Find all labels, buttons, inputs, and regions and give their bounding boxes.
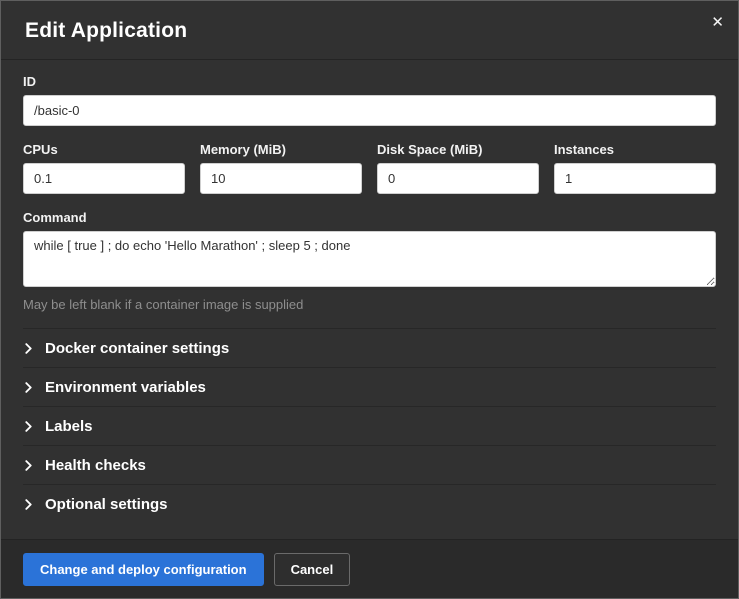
disk-input[interactable] xyxy=(377,163,539,194)
resource-fields-row: CPUs Memory (MiB) Disk Space (MiB) Insta… xyxy=(23,142,716,194)
instances-label: Instances xyxy=(554,142,716,157)
modal-header: Edit Application ✕ xyxy=(1,1,738,60)
chevron-right-icon xyxy=(23,499,39,510)
cpus-input[interactable] xyxy=(23,163,185,194)
section-optional-settings[interactable]: Optional settings xyxy=(23,484,716,523)
command-help-text: May be left blank if a container image i… xyxy=(23,297,716,312)
accordion-sections: Docker container settings Environment va… xyxy=(23,328,716,523)
cpus-label: CPUs xyxy=(23,142,185,157)
disk-label: Disk Space (MiB) xyxy=(377,142,539,157)
section-environment-variables[interactable]: Environment variables xyxy=(23,367,716,406)
instances-field-group: Instances xyxy=(554,142,716,194)
section-docker-container-settings[interactable]: Docker container settings xyxy=(23,328,716,367)
id-label: ID xyxy=(23,74,716,89)
close-icon[interactable]: ✕ xyxy=(711,15,724,30)
chevron-right-icon xyxy=(23,382,39,393)
memory-label: Memory (MiB) xyxy=(200,142,362,157)
command-label: Command xyxy=(23,210,716,225)
section-health-checks[interactable]: Health checks xyxy=(23,445,716,484)
modal-footer: Change and deploy configuration Cancel xyxy=(1,539,738,598)
modal-body: ID CPUs Memory (MiB) Disk Space (MiB) In… xyxy=(1,60,738,539)
chevron-right-icon xyxy=(23,460,39,471)
chevron-right-icon xyxy=(23,343,39,354)
section-label: Optional settings xyxy=(45,496,168,513)
memory-input[interactable] xyxy=(200,163,362,194)
change-and-deploy-button[interactable]: Change and deploy configuration xyxy=(23,553,264,586)
cpus-field-group: CPUs xyxy=(23,142,185,194)
id-input[interactable] xyxy=(23,95,716,126)
chevron-right-icon xyxy=(23,421,39,432)
section-label: Docker container settings xyxy=(45,340,229,357)
instances-input[interactable] xyxy=(554,163,716,194)
section-label: Environment variables xyxy=(45,379,206,396)
section-labels[interactable]: Labels xyxy=(23,406,716,445)
section-label: Health checks xyxy=(45,457,146,474)
command-textarea[interactable]: while [ true ] ; do echo 'Hello Marathon… xyxy=(23,231,716,287)
memory-field-group: Memory (MiB) xyxy=(200,142,362,194)
id-field-group: ID xyxy=(23,74,716,126)
disk-field-group: Disk Space (MiB) xyxy=(377,142,539,194)
modal-title: Edit Application xyxy=(25,19,714,43)
edit-application-modal: Edit Application ✕ ID CPUs Memory (MiB) … xyxy=(0,0,739,599)
command-field-group: Command while [ true ] ; do echo 'Hello … xyxy=(23,210,716,312)
cancel-button[interactable]: Cancel xyxy=(274,553,351,586)
section-label: Labels xyxy=(45,418,93,435)
